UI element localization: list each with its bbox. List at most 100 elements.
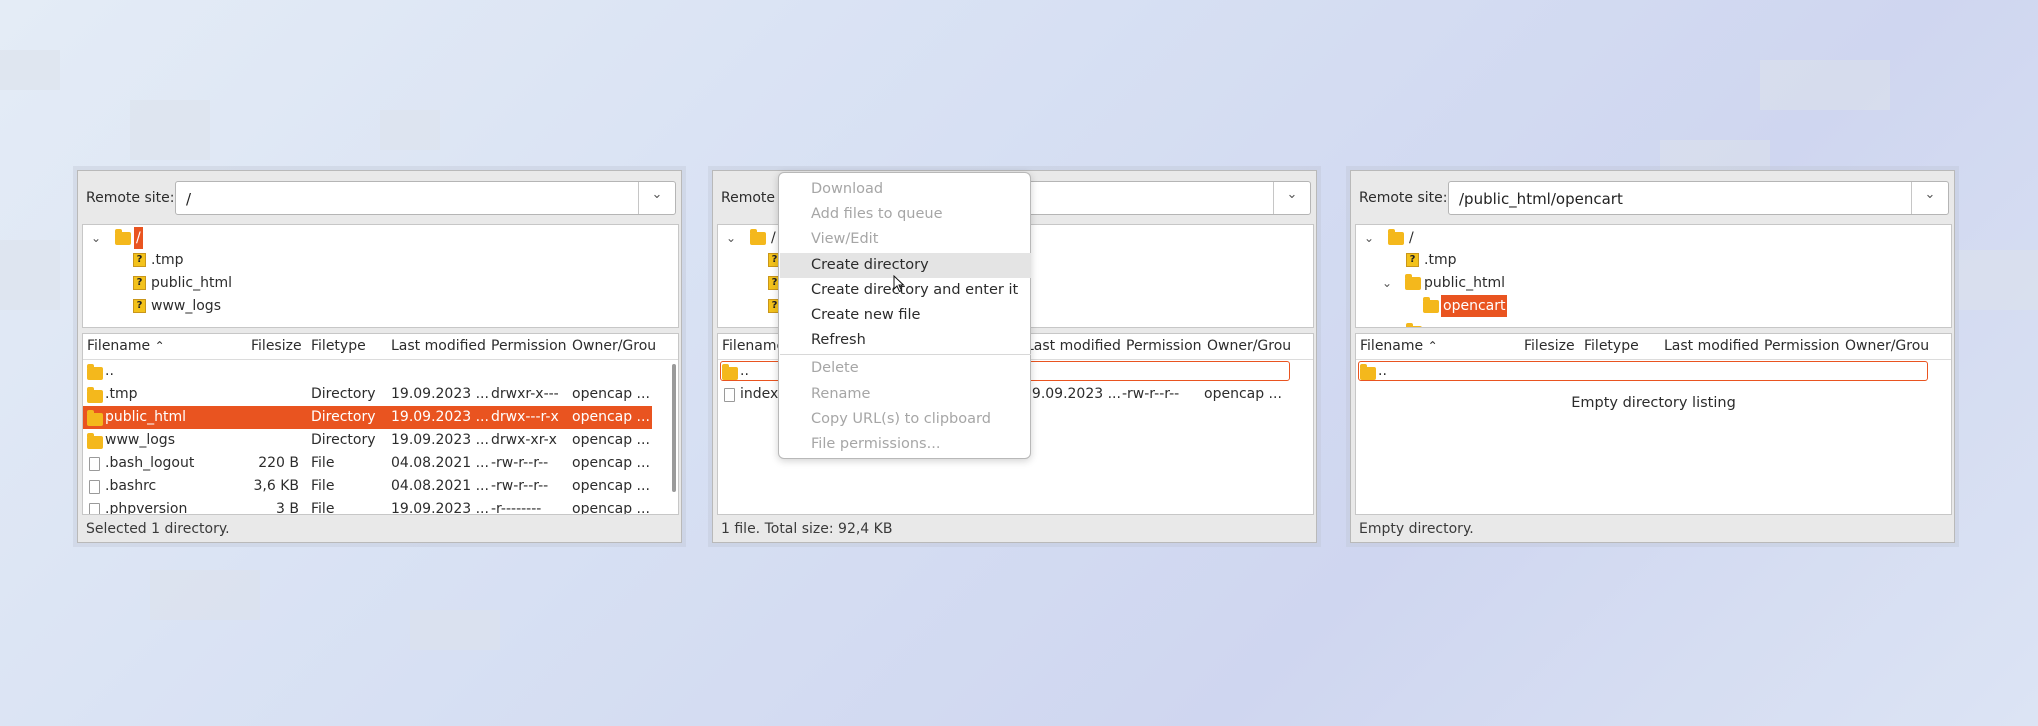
column-owner-group[interactable]: Owner/Grou <box>1207 338 1291 354</box>
table-row[interactable]: .. <box>83 360 678 383</box>
name-cell: .bashrc <box>105 478 157 494</box>
remote-path-combo[interactable]: /public_html/opencart ⌄ <box>1448 181 1949 215</box>
permission-cell: -rw-r--r-- <box>1122 386 1180 402</box>
column-filename[interactable]: Filename ⌃ <box>87 338 165 354</box>
column-filesize[interactable]: Filesize <box>251 338 302 354</box>
name-cell: www_logs <box>105 432 175 448</box>
menu-item-file-permissions[interactable]: File permissions... <box>780 432 1031 457</box>
file-list: Filename ⌃ Filesize Filetype Last modifi… <box>82 333 679 515</box>
file-icon <box>89 503 100 514</box>
owner-cell: opencap ... <box>1204 386 1282 402</box>
menu-item-view-edit[interactable]: View/Edit <box>780 227 1031 252</box>
folder-icon <box>1360 364 1376 380</box>
column-filename[interactable]: Filename <box>722 338 785 354</box>
tree-node-label: / <box>1409 230 1414 246</box>
perm-cell: drwx-xr-x <box>491 432 557 448</box>
file-list-header: Filename ⌃ Filesize Filetype Last modifi… <box>1356 334 1951 360</box>
perm-cell: -r-------- <box>491 501 542 515</box>
column-last-modified[interactable]: Last modified <box>1664 338 1759 354</box>
type-cell: Directory <box>311 432 376 448</box>
table-row[interactable]: .tmp Directory 19.09.2023 ... drwxr-x--- ope… <box>83 383 678 406</box>
table-row[interactable]: public_html Directory 19.09.2023 ... drwx--… <box>83 406 652 429</box>
unknown-folder-icon: ? <box>133 276 146 290</box>
owner-cell: opencap ... <box>572 409 650 425</box>
menu-item-create-directory[interactable]: Create directory <box>780 252 1031 278</box>
perm-cell: drwx---r-x <box>491 409 559 425</box>
menu-item-rename[interactable]: Rename <box>780 382 1031 407</box>
column-owner-group[interactable]: Owner/Grou <box>572 338 656 354</box>
table-row[interactable]: .. <box>1356 360 1951 383</box>
table-row[interactable]: .bashrc 3,6 KB File 04.08.2021 ... -rw-r--r-… <box>83 475 678 498</box>
context-menu: Download Add files to queue View/Edit Creat… <box>778 172 1031 459</box>
folder-icon <box>1423 297 1439 313</box>
directory-tree: ⌄ / ? .tmp ⌄ public_html opencart <box>1355 224 1952 328</box>
type-cell: Directory <box>311 386 376 402</box>
chevron-down-icon[interactable]: ⌄ <box>89 227 103 249</box>
menu-item-add-files-to-queue[interactable]: Add files to queue <box>780 202 1031 227</box>
table-row[interactable]: .bash_logout 220 B File 04.08.2021 ... -rw-r… <box>83 452 678 475</box>
remote-path-combo[interactable]: / ⌄ <box>175 181 676 215</box>
modified-cell: 19.09.2023 ... <box>391 432 489 448</box>
column-last-modified[interactable]: Last modified <box>1026 338 1121 354</box>
owner-cell: opencap ... <box>572 455 650 471</box>
status-text: Selected 1 directory. <box>86 521 230 537</box>
menu-item-download[interactable]: Download <box>780 177 1031 202</box>
perm-cell: drwxr-x--- <box>491 386 559 402</box>
menu-item-refresh[interactable]: Refresh <box>780 328 1031 353</box>
tree-node-label: public_html <box>1424 275 1506 291</box>
remote-site-panel-3: Remote site: /public_html/opencart ⌄ ⌄ /… <box>1350 170 1955 543</box>
perm-cell: -rw-r--r-- <box>491 455 549 471</box>
file-icon <box>89 480 100 494</box>
folder-icon <box>87 433 103 449</box>
size-cell: 220 B <box>258 455 299 471</box>
table-row[interactable]: .phpversion 3 B File 19.09.2023 ... -r------… <box>83 498 678 515</box>
mouse-cursor-icon <box>893 275 905 293</box>
remote-site-bar: Remote site: /public_html/opencart ⌄ <box>1351 171 1954 225</box>
remote-site-bar: Remote site: / ⌄ <box>78 171 681 225</box>
modified-cell: 19.09.2023 ... <box>391 501 489 515</box>
owner-cell: opencap ... <box>572 478 650 494</box>
empty-listing-message: Empty directory listing <box>1571 395 1736 411</box>
menu-item-create-directory-and-enter-it[interactable]: Create directory and enter it <box>780 278 1031 303</box>
name-cell: .tmp <box>105 386 138 402</box>
menu-item-delete[interactable]: Delete <box>780 356 1031 381</box>
column-filetype[interactable]: Filetype <box>1584 338 1639 354</box>
size-cell: 3 B <box>276 501 299 515</box>
chevron-down-icon[interactable]: ⌄ <box>1284 187 1300 207</box>
modified-cell: 19.09.2023 ... <box>1023 386 1121 402</box>
filename-cell: .. <box>740 363 749 379</box>
chevron-down-icon[interactable]: ⌄ <box>724 227 738 249</box>
chevron-down-icon[interactable]: ⌄ <box>1922 187 1938 207</box>
file-list: Filename ⌃ Filesize Filetype Last modifi… <box>1355 333 1952 515</box>
file-icon <box>724 388 735 402</box>
sort-ascending-icon: ⌃ <box>1427 339 1438 353</box>
tree-node-label: opencart <box>1441 295 1508 317</box>
column-permission[interactable]: Permission <box>491 338 567 354</box>
chevron-down-icon[interactable]: ⌄ <box>649 187 665 207</box>
menu-item-create-new-file[interactable]: Create new file <box>780 303 1031 328</box>
name-cell: .bash_logout <box>105 455 195 471</box>
column-last-modified[interactable]: Last modified <box>391 338 486 354</box>
folder-icon <box>87 364 103 380</box>
column-filetype[interactable]: Filetype <box>311 338 366 354</box>
column-owner-group[interactable]: Owner/Grou <box>1845 338 1929 354</box>
folder-icon <box>750 229 766 245</box>
owner-cell: opencap ... <box>572 432 650 448</box>
column-permission[interactable]: Permission <box>1764 338 1840 354</box>
perm-cell: -rw-r--r-- <box>491 478 549 494</box>
folder-icon <box>87 410 103 426</box>
type-cell: Directory <box>311 409 376 425</box>
remote-site-label: Remote site: <box>1359 190 1448 206</box>
folder-icon <box>1405 274 1421 290</box>
chevron-down-icon[interactable]: ⌄ <box>1362 227 1376 249</box>
remote-site-label: Remote site: <box>86 190 175 206</box>
type-cell: File <box>311 501 335 515</box>
modified-cell: 04.08.2021 ... <box>391 478 489 494</box>
tree-node-label: / <box>771 230 776 246</box>
column-permission[interactable]: Permission <box>1126 338 1202 354</box>
menu-item-copy-url-s-to-clipboard[interactable]: Copy URL(s) to clipboard <box>780 407 1031 432</box>
chevron-down-icon[interactable]: ⌄ <box>1380 272 1394 294</box>
column-filename[interactable]: Filename ⌃ <box>1360 338 1438 354</box>
column-filesize[interactable]: Filesize <box>1524 338 1575 354</box>
table-row[interactable]: www_logs Directory 19.09.2023 ... drwx-xr-x… <box>83 429 678 452</box>
